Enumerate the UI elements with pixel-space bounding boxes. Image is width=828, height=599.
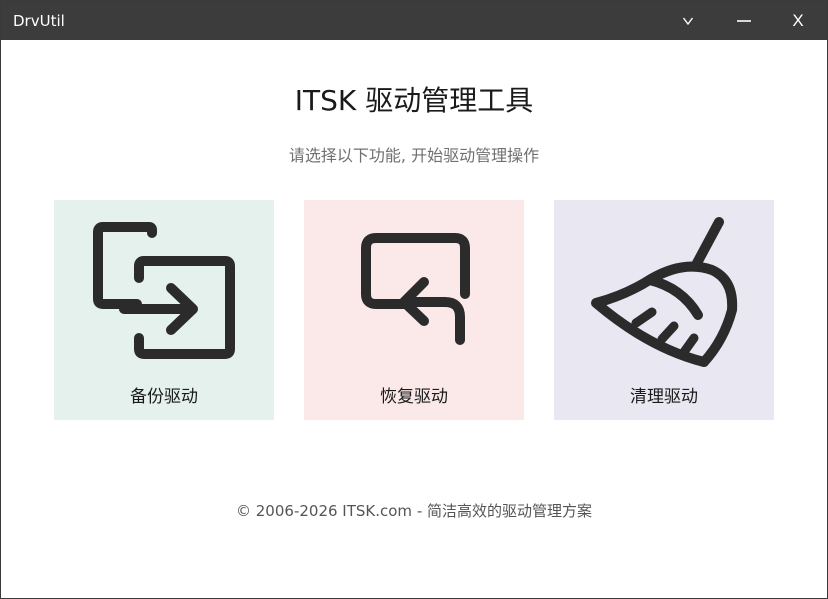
app-window: DrvUtil X ITSK 驱动管理工具 请选择以下功能, 开始驱动管理操作 xyxy=(0,0,828,599)
title-bar[interactable]: DrvUtil X xyxy=(1,1,827,40)
clean-driver-label: 清理驱动 xyxy=(630,387,698,407)
main-content: ITSK 驱动管理工具 请选择以下功能, 开始驱动管理操作 备份驱动 恢复驱动 … xyxy=(1,40,827,598)
backup-driver-card[interactable]: 备份驱动 xyxy=(54,200,274,420)
app-title: DrvUtil xyxy=(13,12,65,30)
footer-copyright: © 2006-2026 ITSK.com - 简洁高效的驱动管理方案 xyxy=(236,502,592,520)
minimize-button[interactable] xyxy=(718,1,770,40)
close-button[interactable]: X xyxy=(772,1,824,40)
close-icon: X xyxy=(792,10,804,30)
restore-driver-card[interactable]: 恢复驱动 xyxy=(304,200,524,420)
page-title: ITSK 驱动管理工具 xyxy=(294,84,534,117)
minimize-icon xyxy=(737,19,751,23)
restore-return-icon xyxy=(304,200,524,370)
menu-button[interactable] xyxy=(662,1,714,40)
broom-icon xyxy=(554,200,774,370)
backup-driver-label: 备份驱动 xyxy=(130,387,198,407)
backup-export-icon xyxy=(54,200,274,370)
restore-driver-label: 恢复驱动 xyxy=(380,387,448,407)
chevron-down-icon xyxy=(682,16,694,26)
page-subtitle: 请选择以下功能, 开始驱动管理操作 xyxy=(288,146,540,165)
clean-driver-card[interactable]: 清理驱动 xyxy=(554,200,774,420)
